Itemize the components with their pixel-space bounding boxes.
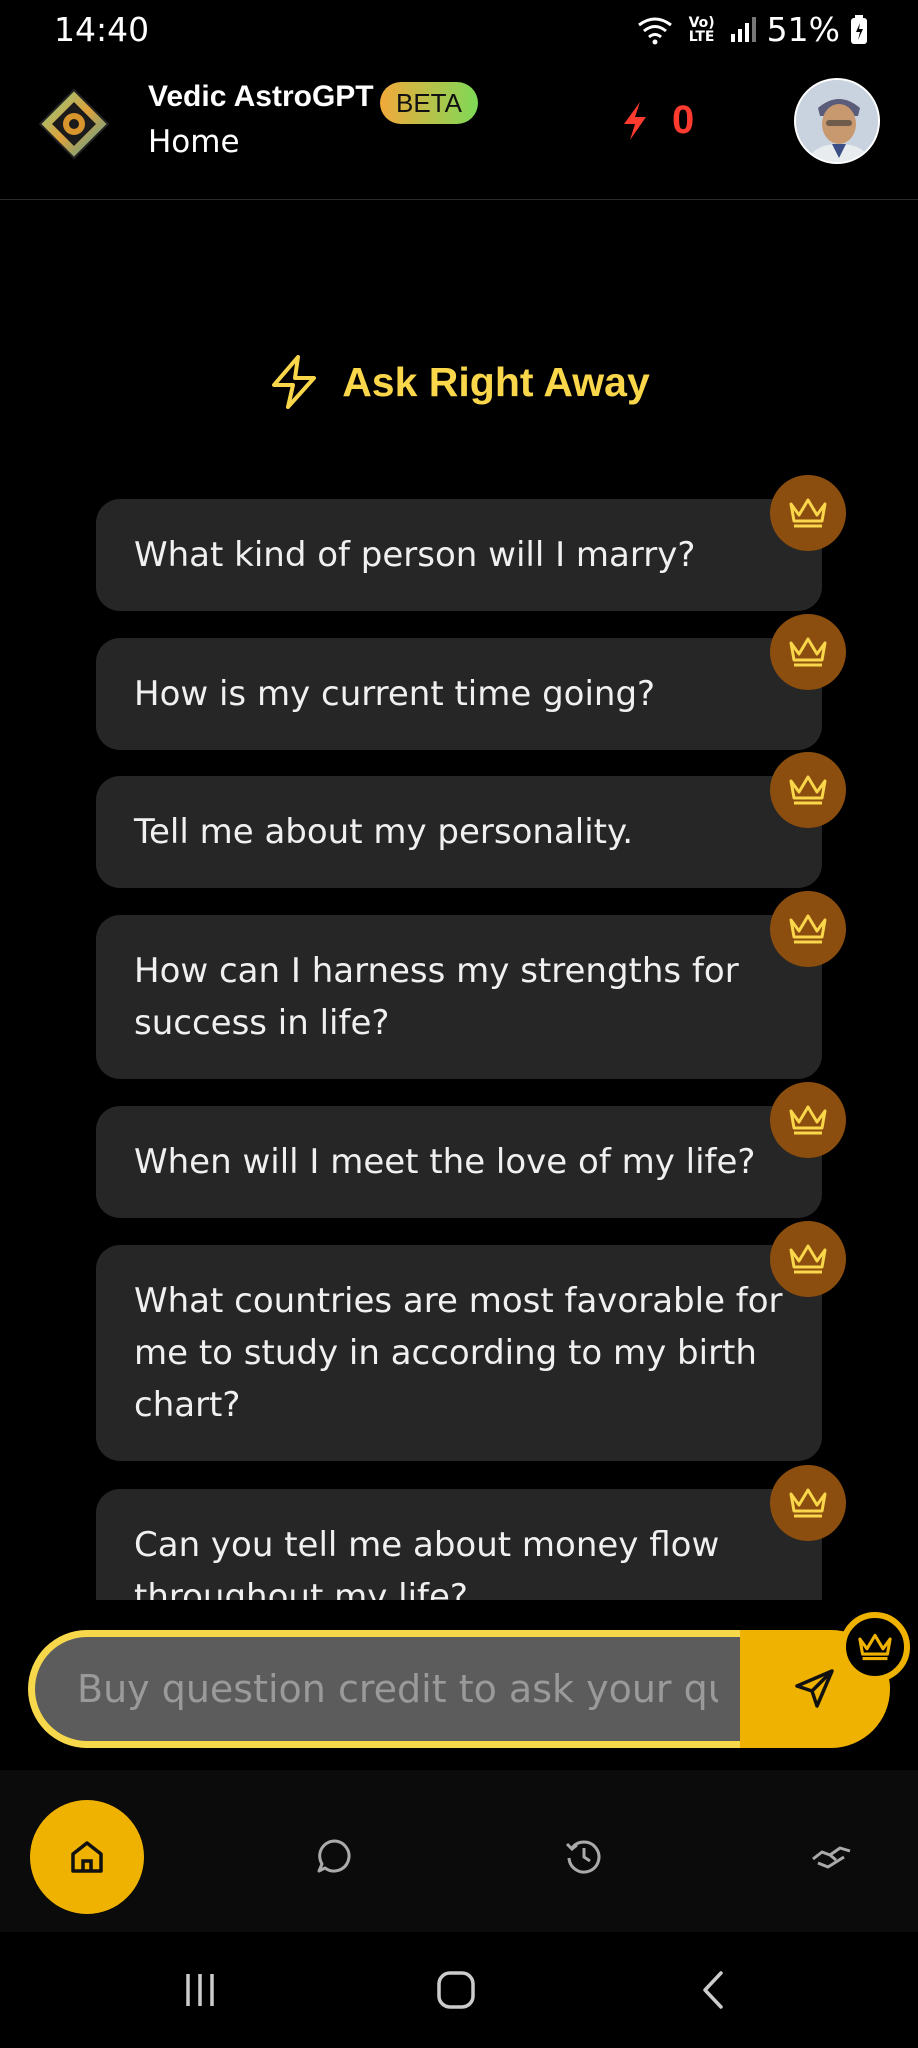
app-logo-icon — [36, 86, 112, 162]
home-icon — [71, 1841, 103, 1873]
nav-home-button[interactable] — [30, 1800, 144, 1914]
nav-chat-button[interactable] — [304, 1826, 364, 1886]
suggestion-text: Tell me about my personality. — [134, 812, 634, 852]
credits-counter[interactable]: 0 — [618, 98, 694, 143]
nav-history-button[interactable] — [554, 1826, 614, 1886]
handshake-icon — [812, 1846, 851, 1869]
page-subtitle: Home — [148, 124, 240, 160]
battery-percent: 51% — [766, 10, 840, 49]
home-system-button[interactable] — [426, 1962, 486, 2018]
suggestion-text: Can you tell me about money flow through… — [134, 1525, 720, 1600]
suggestion-list[interactable]: What kind of person will I marry? How is… — [0, 470, 918, 1600]
app-name: Vedic AstroGPT — [148, 80, 374, 113]
crown-icon — [770, 891, 846, 967]
history-icon — [565, 1840, 601, 1874]
section-title-text: Ask Right Away — [342, 358, 650, 405]
status-bar: 14:40 Vo) LTE 51% — [0, 0, 918, 62]
app-header: Vedic AstroGPT BETA Home 0 — [0, 62, 918, 200]
status-time: 14:40 — [54, 10, 150, 49]
section-title: Ask Right Away — [0, 354, 918, 410]
recent-apps-button[interactable] — [170, 1962, 230, 2018]
status-indicators: Vo) LTE 51% — [635, 10, 868, 49]
credit-count: 0 — [672, 98, 695, 142]
nav-handshake-button[interactable] — [802, 1826, 862, 1886]
crown-icon — [770, 752, 846, 828]
suggestion-card[interactable]: How can I harness my strengths for succe… — [96, 915, 822, 1079]
crown-icon — [770, 1221, 846, 1297]
avatar[interactable] — [794, 78, 880, 164]
suggestion-text: When will I meet the love of my life? — [134, 1142, 756, 1182]
suggestion-card[interactable]: How is my current time going? — [96, 638, 822, 750]
crown-icon — [770, 1082, 846, 1158]
back-chevron-icon — [703, 1971, 723, 2009]
system-navigation-bar — [0, 1932, 918, 2048]
crown-icon — [770, 1465, 846, 1541]
crown-icon — [770, 475, 846, 551]
lightning-icon — [272, 355, 317, 409]
suggestion-card[interactable]: What kind of person will I marry? — [96, 499, 822, 611]
battery-icon — [851, 14, 867, 44]
question-input-wrapper — [28, 1630, 748, 1748]
wifi-icon — [637, 17, 672, 44]
back-button[interactable] — [684, 1962, 744, 2018]
send-icon — [795, 1669, 834, 1708]
crown-icon — [770, 614, 846, 690]
signal-icon — [730, 16, 756, 42]
chat-icon — [317, 1839, 351, 1873]
question-input[interactable] — [35, 1637, 748, 1741]
suggestion-card[interactable]: Can you tell me about money flow through… — [96, 1489, 822, 1600]
bottom-navigation — [0, 1770, 918, 1932]
suggestion-card[interactable]: Tell me about my personality. — [96, 776, 822, 888]
suggestion-text: What kind of person will I marry? — [134, 535, 696, 575]
suggestion-card[interactable]: When will I meet the love of my life? — [96, 1106, 822, 1218]
suggestion-text: What countries are most favorable for me… — [134, 1281, 783, 1425]
home-square-icon — [437, 1971, 475, 2009]
network-label: Vo) LTE — [688, 14, 715, 45]
lightning-icon — [624, 101, 646, 140]
suggestion-card[interactable]: What countries are most favorable for me… — [96, 1245, 822, 1461]
suggestion-text: How can I harness my strengths for succe… — [134, 951, 739, 1043]
suggestion-text: How is my current time going? — [134, 674, 656, 714]
beta-badge: BETA — [380, 82, 478, 124]
crown-icon — [840, 1612, 910, 1682]
recent-apps-icon — [186, 1974, 214, 2006]
